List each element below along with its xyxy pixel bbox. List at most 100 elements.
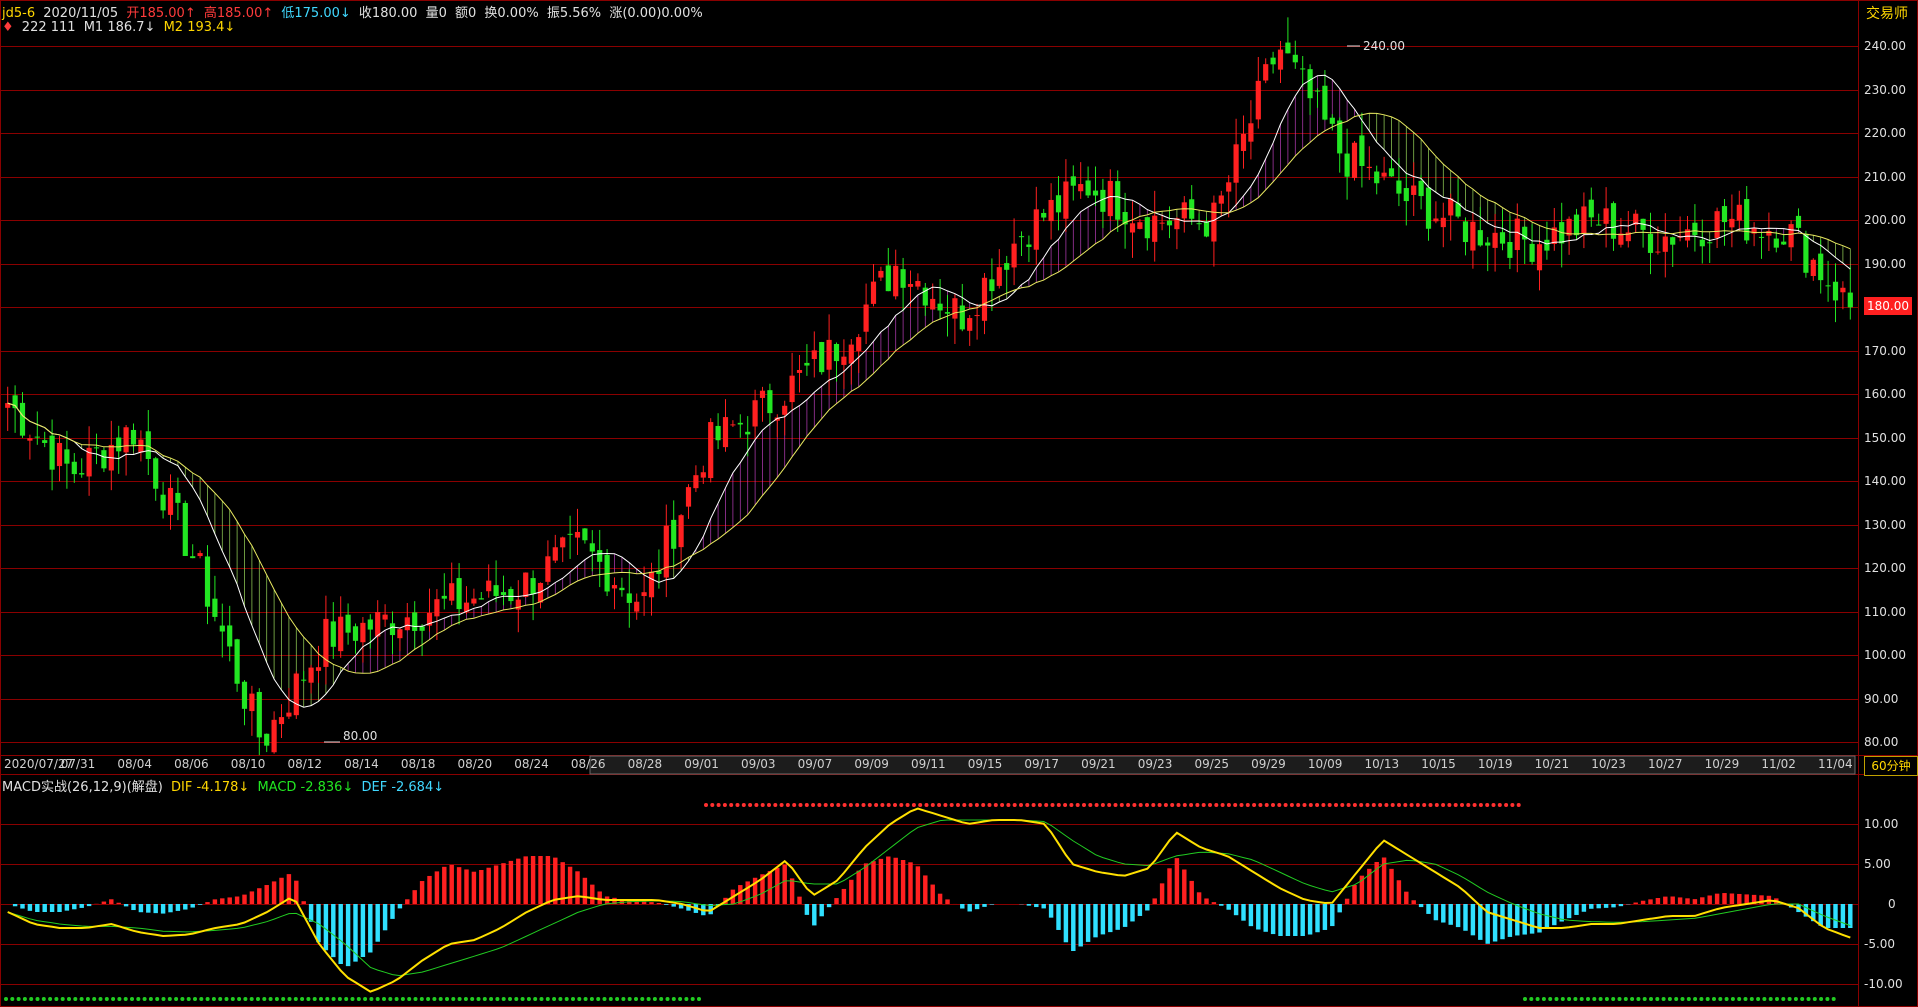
candle-body: [952, 298, 958, 319]
candle-body: [1070, 176, 1076, 186]
signal-dot-green: [659, 997, 664, 1001]
signal-dot-green: [85, 997, 90, 1001]
signal-dot-green: [1718, 997, 1723, 1001]
signal-dot-green: [1560, 997, 1565, 1001]
macd-value: MACD -2.836↓: [257, 780, 354, 795]
candle-body: [123, 427, 129, 453]
signal-dot-green: [457, 997, 462, 1001]
macd-title[interactable]: MACD实战(26,12,9)(解盘): [2, 780, 163, 795]
candle-body: [1218, 195, 1224, 204]
amplitude-value: 振5.56%: [546, 6, 602, 21]
signal-dot-green: [1787, 997, 1792, 1001]
signal-dot-green: [67, 997, 71, 1001]
chart-canvas: 240.00 80.00: [0, 0, 1918, 1007]
candle-body: [382, 614, 388, 620]
candle-body: [1603, 208, 1609, 224]
candle-body: [693, 475, 699, 489]
signal-dot-green: [123, 997, 128, 1001]
signal-dot-red: [710, 803, 715, 807]
candle-body: [160, 494, 166, 511]
signal-dot-red: [1283, 803, 1288, 807]
period-button[interactable]: 60分钟: [1864, 756, 1918, 776]
signal-dot-green: [400, 997, 405, 1001]
signal-dot-green: [1586, 997, 1590, 1001]
time-tick-label: 11/02: [1761, 757, 1796, 771]
candle-body: [634, 601, 640, 612]
signal-dot-red: [1100, 803, 1105, 807]
signal-dot-red: [993, 803, 998, 807]
signal-dot-green: [16, 997, 21, 1001]
candle-body: [204, 556, 211, 607]
price-tick-label: 160.00: [1864, 386, 1906, 401]
candle-body: [1092, 190, 1099, 196]
time-tick-label: 11/04: [1818, 757, 1853, 771]
signal-dot-red: [943, 803, 948, 807]
time-tick-label: 10/29: [1704, 757, 1740, 771]
candle-body: [1773, 238, 1779, 248]
candle-body: [1847, 292, 1853, 308]
signal-dot-green: [293, 997, 298, 1001]
signal-dot-green: [602, 997, 607, 1001]
symbol[interactable]: jd5-6: [2, 6, 35, 21]
price-tick-label: 80.00: [1864, 734, 1899, 749]
candle-body: [648, 571, 655, 598]
signal-dot-green: [1529, 997, 1534, 1001]
signal-dot-green: [1598, 997, 1603, 1001]
signal-dot-red: [1510, 803, 1515, 807]
signal-dot-red: [1239, 803, 1244, 807]
price-tick-label: 170.00: [1864, 343, 1906, 358]
price-tick-label: 220.00: [1864, 125, 1906, 140]
signal-dot-green: [545, 997, 550, 1001]
time-tick-label: 10/13: [1364, 757, 1400, 771]
signal-dot-red: [1126, 803, 1131, 807]
candle-body: [1300, 68, 1306, 70]
signal-dot-green: [1567, 997, 1572, 1001]
time-tick-label: 09/09: [854, 757, 889, 771]
candle-body: [1744, 199, 1750, 241]
signal-dot-green: [1768, 997, 1773, 1001]
signal-dot-green: [54, 997, 59, 1001]
candle-body: [1100, 189, 1106, 212]
time-tick-label: 09/07: [797, 757, 833, 771]
signal-dot-red: [937, 803, 942, 807]
candle-body: [1411, 185, 1417, 195]
candle-body: [863, 304, 869, 332]
candle-body: [1477, 230, 1483, 246]
signal-dot-green: [382, 997, 386, 1001]
signal-dot-green: [1819, 997, 1824, 1001]
ma-header: ♦ 222 111 M1 186.7↓ M2 193.4↓: [2, 20, 239, 35]
signal-dot-green: [224, 997, 229, 1001]
signal-dot-red: [1516, 803, 1521, 807]
signal-dot-green: [167, 997, 172, 1001]
time-tick-label: 09/03: [740, 757, 776, 771]
candle-body: [641, 592, 647, 597]
signal-dot-red: [1138, 803, 1143, 807]
signal-dot-green: [482, 997, 487, 1001]
signal-dot-red: [1006, 803, 1011, 807]
macd-tick-label: 10.00: [1864, 816, 1899, 831]
price-tick-label: 120.00: [1864, 560, 1906, 575]
candle-body: [700, 472, 706, 478]
signal-dot-green: [1762, 997, 1767, 1001]
close-value: 收180.00: [358, 6, 418, 21]
signal-dot-red: [1182, 803, 1187, 807]
time-tick-label: 09/11: [911, 757, 946, 771]
signal-dot-green: [1699, 997, 1704, 1001]
signal-dot-green: [558, 997, 563, 1001]
signal-dot-green: [1592, 997, 1597, 1001]
candle-body: [552, 547, 558, 561]
signal-dot-green: [230, 997, 235, 1001]
signal-dot-red: [1233, 803, 1238, 807]
signal-dot-red: [987, 803, 992, 807]
signal-dot-red: [785, 803, 790, 807]
candle-body: [1758, 236, 1765, 238]
signal-dot-red: [1289, 803, 1294, 807]
signal-dot-green: [1712, 997, 1716, 1001]
signal-dot-red: [804, 803, 809, 807]
candle-body: [1418, 180, 1424, 197]
price-tick-label: 240.00: [1864, 38, 1906, 53]
candle-body: [1781, 241, 1787, 245]
candle-body: [1707, 242, 1713, 244]
candle-body: [1329, 117, 1335, 124]
candle-body: [197, 553, 203, 557]
